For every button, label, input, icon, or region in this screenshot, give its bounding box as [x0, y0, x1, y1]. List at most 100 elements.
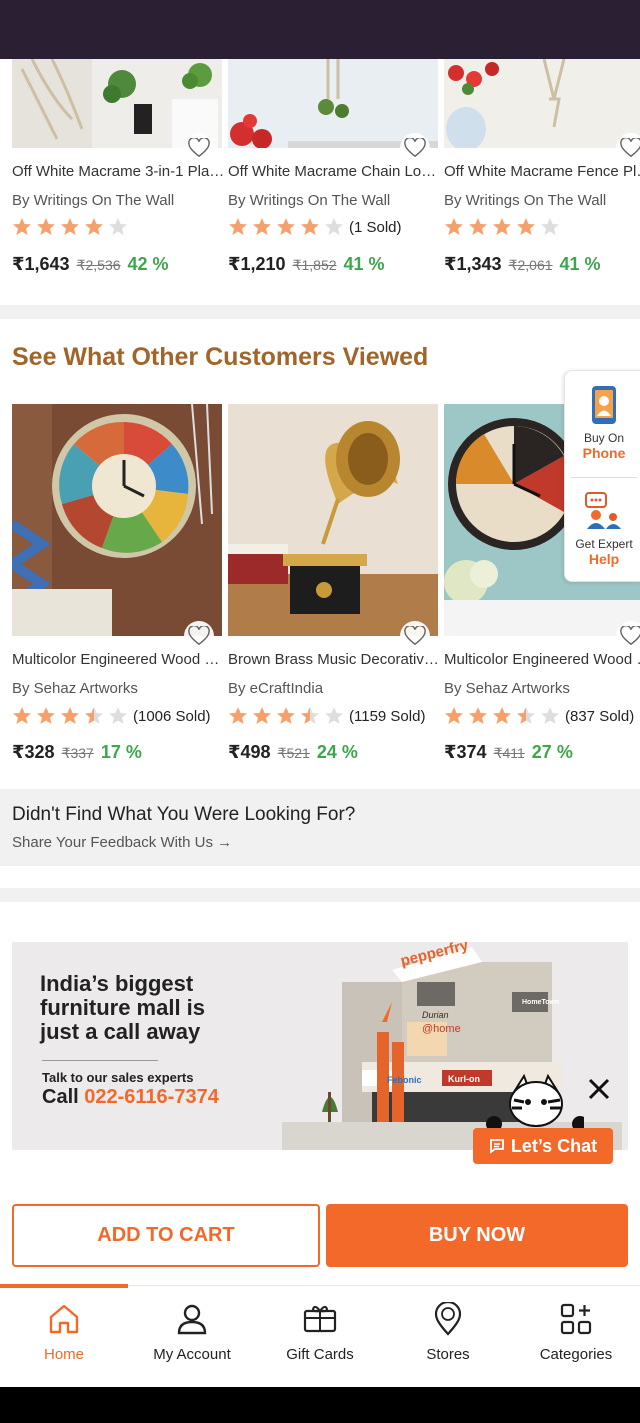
sign-kurlon: Kurl-on [448, 1074, 480, 1084]
product-rating: (1159 Sold) [228, 706, 425, 726]
divider [571, 477, 637, 478]
close-chat-icon[interactable] [586, 1076, 612, 1102]
star-filled-icon [493, 218, 511, 235]
tab-categories[interactable]: Categories [512, 1302, 640, 1363]
star-filled-icon [445, 707, 463, 724]
sold-count: (1159 Sold) [349, 707, 426, 725]
viewed-products-row: Multicolor Engineered Wood Wall Clock By… [0, 404, 640, 788]
sold-count: (837 Sold) [565, 707, 635, 725]
get-expert-sub: Get Expert [575, 537, 633, 551]
product-discount: 42 % [127, 254, 169, 274]
wishlist-heart-icon[interactable] [184, 621, 214, 651]
zebra-mascot-icon [486, 1074, 584, 1132]
product-card[interactable]: Off White Macrame 3-in-1 Plant Hanger By… [12, 59, 226, 305]
banner-divider [42, 1060, 158, 1061]
star-empty-icon [109, 218, 127, 235]
feedback-title: Didn't Find What You Were Looking For? [12, 804, 356, 825]
tab-stores[interactable]: Stores [384, 1302, 512, 1363]
product-mrp: ₹521 [277, 745, 310, 761]
price-row: ₹498 ₹521 24 % [228, 742, 358, 763]
status-bar [0, 0, 640, 59]
add-to-cart-button[interactable]: ADD TO CART [12, 1204, 320, 1267]
star-empty-icon [541, 707, 559, 724]
product-card[interactable]: Multicolor Engineered Wood Wall Clock By… [12, 404, 226, 784]
product-price: ₹498 [228, 742, 271, 762]
star-filled-icon [37, 218, 55, 235]
star-filled-icon [445, 218, 463, 235]
star-filled-icon [253, 707, 271, 724]
wishlist-heart-icon[interactable] [400, 133, 430, 163]
banner-headline: India’s biggest furniture mall is just a… [40, 971, 206, 1044]
account-icon [177, 1304, 207, 1335]
sign-hometown: HomeTown [522, 999, 559, 1006]
price-row: ₹1,210 ₹1,852 41 % [228, 254, 385, 275]
product-title[interactable]: Off White Macrame Fence Plant Hanger [444, 163, 640, 180]
product-discount: 17 % [100, 742, 142, 762]
product-image[interactable] [444, 59, 640, 148]
buy-on-phone-main: Phone [582, 445, 626, 461]
star-filled-icon [37, 707, 55, 724]
product-rating [12, 217, 128, 237]
product-rating: (1006 Sold) [12, 706, 211, 726]
gift-card-icon [303, 1305, 337, 1333]
wishlist-heart-icon[interactable] [184, 133, 214, 163]
chat-bubble-icon [489, 1139, 504, 1154]
buy-now-button[interactable]: BUY NOW [326, 1204, 628, 1267]
tab-label: Categories [539, 1346, 613, 1363]
section-title: See What Other Customers Viewed [12, 343, 429, 371]
star-empty-icon [541, 218, 559, 235]
star-half-icon [301, 707, 319, 724]
wishlist-heart-icon[interactable] [400, 621, 430, 651]
price-row: ₹1,343 ₹2,061 41 % [444, 254, 601, 275]
buy-on-phone-button[interactable]: Buy On Phone [565, 385, 640, 461]
sign-febonic: Febonic [387, 1075, 422, 1085]
product-brand: By Writings On The Wall [444, 192, 607, 209]
product-rating: (837 Sold) [444, 706, 634, 726]
product-mrp: ₹411 [493, 745, 525, 761]
product-card[interactable]: Brown Brass Music Decorative Gramophone … [228, 404, 442, 784]
sign-durian: Durian [422, 1010, 449, 1020]
product-image[interactable] [228, 404, 438, 636]
product-title[interactable]: Brown Brass Music Decorative Gramophone [228, 651, 442, 668]
feedback-link[interactable]: Share Your Feedback With Us → [12, 834, 232, 851]
product-card[interactable]: Off White Macrame Chain Look Plant Hange… [228, 59, 442, 305]
product-mrp: ₹337 [61, 745, 94, 761]
product-mrp: ₹1,852 [292, 257, 337, 273]
tab-home[interactable]: Home [0, 1302, 128, 1363]
phone-icon [592, 386, 616, 424]
sign-athome: @home [422, 1023, 461, 1035]
product-discount: 41 % [559, 254, 601, 274]
tab-my-account[interactable]: My Account [128, 1302, 256, 1363]
product-title[interactable]: Off White Macrame 3-in-1 Plant Hanger [12, 163, 226, 180]
star-filled-icon [85, 218, 103, 235]
active-tab-indicator [0, 1284, 128, 1288]
banner-phone-number[interactable]: 022-6116-7374 [84, 1086, 219, 1108]
star-filled-icon [229, 707, 247, 724]
wishlist-heart-icon[interactable] [616, 133, 640, 163]
star-filled-icon [61, 218, 79, 235]
get-expert-help-button[interactable]: Get Expert Help [565, 491, 640, 567]
feedback-band[interactable] [0, 789, 640, 866]
tab-gift-cards[interactable]: Gift Cards [256, 1302, 384, 1363]
system-nav-bar [0, 1387, 640, 1423]
price-row: ₹374 ₹411 27 % [444, 742, 573, 763]
product-card[interactable]: Off White Macrame Fence Plant Hanger By … [444, 59, 640, 305]
bottom-tab-bar: Home My Account Gift Cards Stores Catego… [0, 1284, 640, 1387]
section-divider [0, 305, 640, 319]
product-title[interactable]: Off White Macrame Chain Look Plant Hange… [228, 163, 442, 180]
product-title[interactable]: Multicolor Engineered Wood Wall Clock [444, 651, 640, 668]
tab-label: Home [43, 1346, 84, 1363]
product-title[interactable]: Multicolor Engineered Wood Wall Clock [12, 651, 226, 668]
banner-subtext: Talk to our sales experts [42, 1070, 194, 1085]
banner-call[interactable]: Call 022-6116-7374 [42, 1086, 219, 1109]
categories-icon [560, 1303, 592, 1335]
tab-label: Stores [426, 1346, 470, 1363]
price-row: ₹1,643 ₹2,536 42 % [12, 254, 169, 275]
side-help-widget: Buy On Phone Get Expert Help [564, 370, 640, 582]
lets-chat-button[interactable]: Let’s Chat [473, 1128, 613, 1164]
wishlist-heart-icon[interactable] [616, 621, 640, 651]
product-brand: By Writings On The Wall [228, 192, 391, 209]
product-image[interactable] [12, 404, 222, 636]
get-expert-main: Help [588, 551, 620, 567]
star-filled-icon [253, 218, 271, 235]
